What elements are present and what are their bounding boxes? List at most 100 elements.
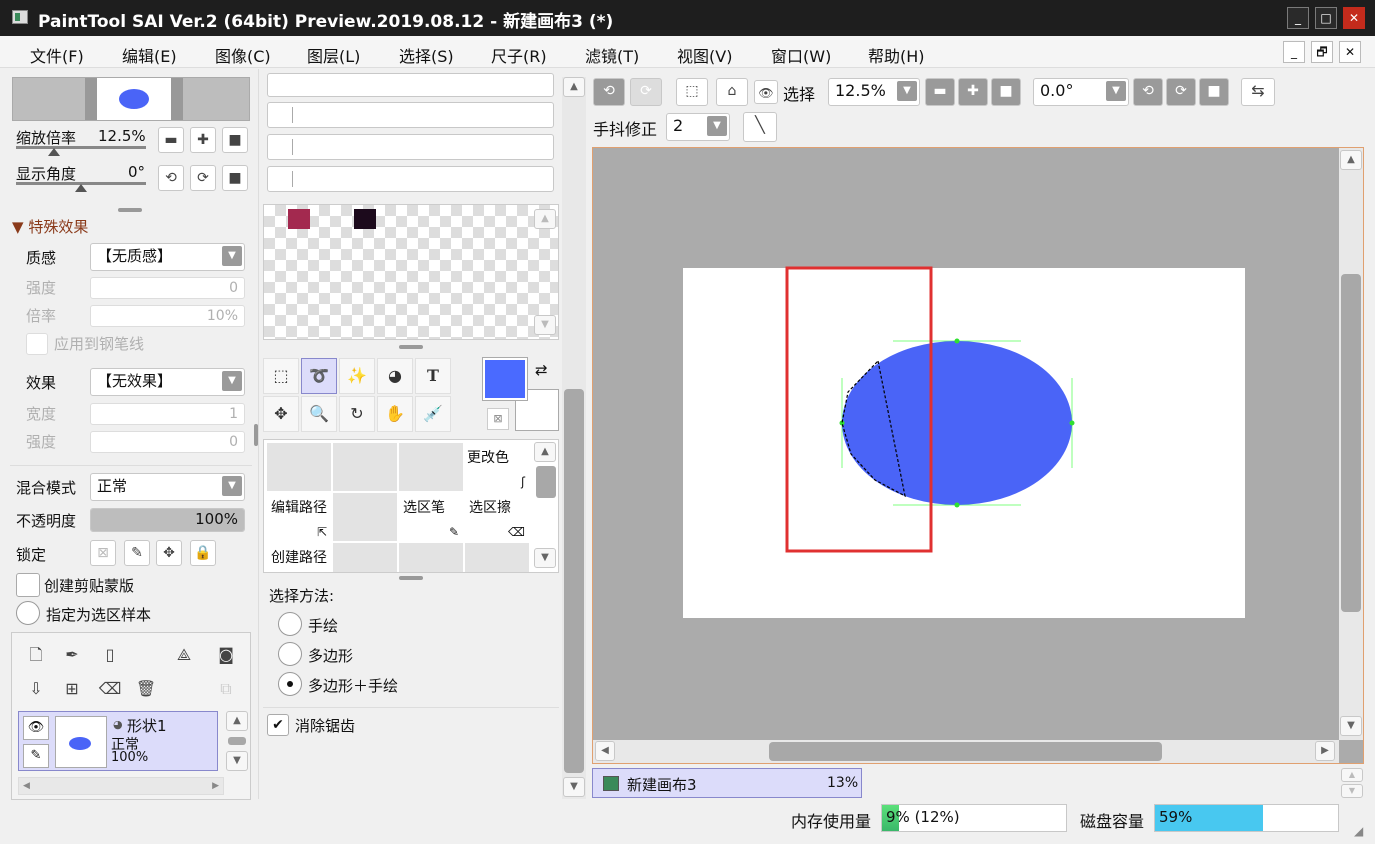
clip-mask-checkbox[interactable] bbox=[16, 573, 40, 597]
rotate-reset-button[interactable]: ■ bbox=[222, 165, 248, 191]
poly-free-radio[interactable] bbox=[278, 672, 302, 696]
hand-tool[interactable]: ✋ bbox=[377, 396, 413, 432]
antialias-checkbox[interactable]: ✔ bbox=[267, 714, 289, 736]
pen-icon[interactable]: ✎ bbox=[23, 744, 49, 768]
close-button[interactable]: ✕ bbox=[1343, 7, 1365, 29]
edit-path-tool[interactable]: 编辑路径 ⇱ bbox=[266, 492, 332, 542]
navigator-preview[interactable] bbox=[12, 77, 250, 121]
menu-filter[interactable]: 滤镜(T) bbox=[585, 43, 639, 67]
resize-grip-icon[interactable]: ◢ bbox=[1354, 824, 1363, 838]
layer-row[interactable]: 👁 ✎ ◕ 形状1 正常 100% bbox=[18, 711, 218, 771]
mdi-close-button[interactable]: ✕ bbox=[1339, 41, 1361, 63]
freehand-radio[interactable] bbox=[278, 612, 302, 636]
canvas-viewport[interactable]: ▲ ▼ ◀ ▶ bbox=[592, 147, 1364, 764]
brush-size-row[interactable] bbox=[267, 73, 554, 97]
panel-splitter[interactable] bbox=[399, 576, 423, 580]
new-folder-icon[interactable]: ▯ bbox=[98, 643, 122, 667]
mdi-restore-button[interactable]: 🗗 bbox=[1311, 41, 1333, 63]
zoom-tool[interactable]: 🔍 bbox=[301, 396, 337, 432]
new-pen-layer-icon[interactable]: ✒ bbox=[60, 643, 84, 667]
swatch-scroll-up[interactable]: ▲ bbox=[534, 209, 556, 229]
new-layer-icon[interactable]: 🗋 bbox=[24, 643, 48, 667]
toolbar-angle-select[interactable]: 0.0° ▼ bbox=[1033, 78, 1129, 106]
menu-image[interactable]: 图像(C) bbox=[215, 43, 271, 67]
canvas-tab[interactable]: 新建画布3 13% bbox=[592, 768, 862, 798]
toolbar-zoom-select[interactable]: 12.5% ▼ bbox=[828, 78, 920, 106]
mdi-minimize-button[interactable]: _ bbox=[1283, 41, 1305, 63]
rotate-ccw-button[interactable]: ⟲ bbox=[158, 165, 184, 191]
swap-colors-icon[interactable]: ⇄ bbox=[535, 361, 548, 379]
scroll-left-arrow[interactable]: ◀ bbox=[595, 741, 615, 761]
brush-option-row2[interactable] bbox=[267, 166, 554, 192]
menu-view[interactable]: 视图(V) bbox=[677, 43, 732, 67]
layer-scroll-up[interactable]: ▲ bbox=[226, 711, 248, 731]
invert-selection-button[interactable]: ⌂ bbox=[716, 78, 748, 106]
menu-layer[interactable]: 图层(L) bbox=[307, 43, 360, 67]
toolbar-rotate-ccw-button[interactable]: ⟲ bbox=[1133, 78, 1163, 106]
middle-panel-scrollbar[interactable]: ▲ ▼ bbox=[562, 77, 586, 799]
menu-file[interactable]: 文件(F) bbox=[30, 43, 84, 67]
angle-slider-handle[interactable] bbox=[75, 184, 87, 192]
apply-pen-checkbox[interactable] bbox=[26, 333, 48, 355]
stabilizer-select[interactable]: 2 ▼ bbox=[666, 113, 730, 141]
zoom-reset-button[interactable]: ■ bbox=[222, 127, 248, 153]
undo-button[interactable]: ⟲ bbox=[593, 78, 625, 106]
lock-move-button[interactable]: ✥ bbox=[156, 540, 182, 566]
layer-hscroll[interactable]: ◀ ▶ bbox=[18, 777, 224, 795]
scroll-down-arrow[interactable]: ▼ bbox=[1340, 716, 1362, 736]
scroll-right-arrow[interactable]: ▶ bbox=[1315, 741, 1335, 761]
scroll-up-arrow[interactable]: ▲ bbox=[1340, 150, 1362, 170]
scroll-thumb[interactable] bbox=[769, 742, 1162, 761]
shape-tool-icon[interactable]: ⟁ bbox=[172, 643, 196, 667]
magic-wand-tool[interactable]: ✨ bbox=[339, 358, 375, 394]
toolgrid-scroll-thumb[interactable] bbox=[536, 466, 556, 498]
tab-scroll-up[interactable]: ▲ bbox=[1341, 768, 1363, 782]
sel-pen-tool[interactable]: 选区笔 ✎ bbox=[398, 492, 464, 542]
rect-select-tool[interactable]: ⬚ bbox=[263, 358, 299, 394]
menu-help[interactable]: 帮助(H) bbox=[868, 43, 925, 67]
lasso-select-tool[interactable]: ➰ bbox=[301, 358, 337, 394]
lock-paint-button[interactable]: ✎ bbox=[124, 540, 150, 566]
lock-transparency-button[interactable]: ⊠ bbox=[90, 540, 116, 566]
copy-layer-icon[interactable]: ⧉ bbox=[214, 677, 238, 701]
zoom-slider[interactable] bbox=[16, 146, 146, 149]
swatch-scroll-down[interactable]: ▼ bbox=[534, 315, 556, 335]
deselect-button[interactable]: ⬚ bbox=[676, 78, 708, 106]
toolgrid-scroll-up[interactable]: ▲ bbox=[534, 442, 556, 462]
sample-radio[interactable] bbox=[16, 601, 40, 625]
toolbar-zoom-reset-button[interactable]: ■ bbox=[991, 78, 1021, 106]
merge-down-icon[interactable]: ⇩ bbox=[24, 677, 48, 701]
menu-edit[interactable]: 编辑(E) bbox=[122, 43, 177, 67]
rotate-cw-button[interactable]: ⟳ bbox=[190, 165, 216, 191]
tab-scroll-down[interactable]: ▼ bbox=[1341, 784, 1363, 798]
menu-ruler[interactable]: 尺子(R) bbox=[491, 43, 547, 67]
panel-splitter[interactable] bbox=[118, 208, 142, 212]
line-tool-button[interactable]: ╲ bbox=[743, 112, 777, 142]
zoom-in-button[interactable]: ✚ bbox=[190, 127, 216, 153]
eyedropper-tool[interactable]: 💉 bbox=[415, 396, 451, 432]
eye-icon[interactable]: 👁 bbox=[754, 80, 778, 104]
move-tool[interactable]: ✥ bbox=[263, 396, 299, 432]
toolbar-zoom-out-button[interactable]: ▬ bbox=[925, 78, 955, 106]
eye-icon[interactable]: 👁 bbox=[23, 716, 49, 740]
menu-window[interactable]: 窗口(W) bbox=[771, 43, 831, 67]
effects-header[interactable]: ▼ 特殊效果 bbox=[12, 216, 88, 237]
flip-horizontal-button[interactable]: ⇆ bbox=[1241, 78, 1275, 106]
toolgrid-scroll-down[interactable]: ▼ bbox=[534, 548, 556, 568]
canvas-hscroll[interactable]: ◀ ▶ bbox=[593, 740, 1339, 763]
toolbar-zoom-in-button[interactable]: ✚ bbox=[958, 78, 988, 106]
maximize-button[interactable]: □ bbox=[1315, 7, 1337, 29]
zoom-out-button[interactable]: ▬ bbox=[158, 127, 184, 153]
lock-all-button[interactable]: 🔒 bbox=[190, 540, 216, 566]
merge-layer-icon[interactable]: ⊞ bbox=[60, 677, 84, 701]
redo-button[interactable]: ⟳ bbox=[630, 78, 662, 106]
scroll-thumb[interactable] bbox=[564, 389, 584, 773]
zoom-slider-handle[interactable] bbox=[48, 148, 60, 156]
opacity-slider[interactable]: 100% bbox=[90, 508, 245, 532]
toolbar-rotate-cw-button[interactable]: ⟳ bbox=[1166, 78, 1196, 106]
menu-select[interactable]: 选择(S) bbox=[399, 43, 454, 67]
brush-density-row[interactable] bbox=[267, 102, 554, 128]
trash-icon[interactable]: 🗑 bbox=[134, 677, 158, 701]
primary-color-swatch[interactable] bbox=[482, 357, 528, 401]
scroll-down-arrow[interactable]: ▼ bbox=[563, 777, 585, 797]
